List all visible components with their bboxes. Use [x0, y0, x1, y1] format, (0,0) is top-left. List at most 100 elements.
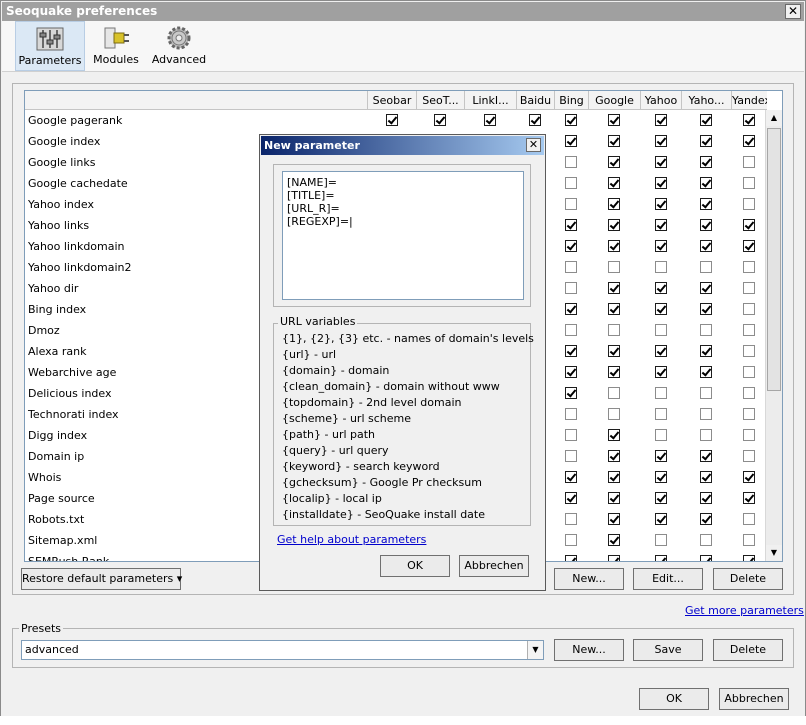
- restore-default-button[interactable]: Restore default parameters ▾: [21, 568, 182, 590]
- parameter-checkbox[interactable]: [743, 534, 755, 546]
- parameter-checkbox[interactable]: [608, 513, 620, 525]
- parameter-checkbox[interactable]: [700, 471, 712, 483]
- parameter-checkbox[interactable]: [608, 387, 620, 399]
- parameter-checkbox[interactable]: [700, 408, 712, 420]
- parameter-checkbox[interactable]: [700, 429, 712, 441]
- parameter-checkbox[interactable]: [385, 114, 398, 126]
- parameter-checkbox[interactable]: [700, 513, 712, 525]
- parameter-checkbox[interactable]: [608, 303, 620, 315]
- parameter-checkbox[interactable]: [654, 345, 667, 357]
- parameter-checkbox[interactable]: [608, 366, 620, 378]
- tab-parameters[interactable]: Parameters: [15, 21, 85, 71]
- new-parameter-button[interactable]: New...: [554, 568, 624, 590]
- dropdown-arrow-icon[interactable]: ▼: [527, 641, 543, 659]
- parameter-checkbox[interactable]: [700, 450, 712, 462]
- parameter-checkbox[interactable]: [608, 324, 620, 336]
- parameter-checkbox[interactable]: [654, 240, 667, 252]
- parameter-checkbox[interactable]: [654, 261, 667, 273]
- parameter-checkbox[interactable]: [743, 555, 755, 561]
- parameter-checkbox[interactable]: [654, 135, 667, 147]
- parameter-checkbox[interactable]: [565, 324, 577, 336]
- parameter-checkbox[interactable]: [654, 198, 667, 210]
- parameter-checkbox[interactable]: [700, 387, 712, 399]
- parameter-checkbox[interactable]: [654, 534, 667, 546]
- parameter-checkbox[interactable]: [743, 492, 755, 504]
- parameter-checkbox[interactable]: [565, 156, 577, 168]
- scroll-down-button[interactable]: ▼: [766, 545, 782, 561]
- parameter-checkbox[interactable]: [654, 156, 667, 168]
- parameter-checkbox[interactable]: [654, 219, 667, 231]
- parameter-checkbox[interactable]: [654, 450, 667, 462]
- parameter-checkbox[interactable]: [654, 282, 667, 294]
- parameter-checkbox[interactable]: [608, 408, 620, 420]
- parameter-checkbox[interactable]: [608, 555, 620, 561]
- column-header[interactable]: Seobar: [367, 91, 416, 110]
- parameter-checkbox[interactable]: [565, 471, 577, 483]
- edit-parameter-button[interactable]: Edit...: [633, 568, 703, 590]
- parameter-checkbox[interactable]: [565, 219, 577, 231]
- parameter-checkbox[interactable]: [565, 492, 577, 504]
- parameter-checkbox[interactable]: [743, 345, 755, 357]
- table-row[interactable]: Google pagerank: [25, 110, 767, 131]
- column-header[interactable]: Yaho...: [681, 91, 731, 110]
- column-header[interactable]: Google: [588, 91, 640, 110]
- parameter-checkbox[interactable]: [743, 471, 755, 483]
- parameter-checkbox[interactable]: [700, 114, 712, 126]
- parameter-checkbox[interactable]: [654, 555, 667, 561]
- parameter-checkbox[interactable]: [700, 534, 712, 546]
- parameter-checkbox[interactable]: [743, 135, 755, 147]
- parameter-checkbox[interactable]: [608, 156, 620, 168]
- parameter-checkbox[interactable]: [700, 135, 712, 147]
- parameter-checkbox[interactable]: [654, 513, 667, 525]
- parameter-checkbox[interactable]: [743, 240, 755, 252]
- parameter-checkbox[interactable]: [743, 198, 755, 210]
- column-header[interactable]: Yandex: [731, 91, 767, 110]
- tab-advanced[interactable]: Advanced: [150, 21, 208, 71]
- parameter-checkbox[interactable]: [608, 135, 620, 147]
- scroll-thumb[interactable]: [767, 128, 781, 391]
- parameter-checkbox[interactable]: [608, 345, 620, 357]
- column-header[interactable]: Baidu: [516, 91, 554, 110]
- parameter-checkbox[interactable]: [565, 534, 577, 546]
- parameter-checkbox[interactable]: [700, 366, 712, 378]
- parameter-checkbox[interactable]: [743, 282, 755, 294]
- parameter-checkbox[interactable]: [565, 261, 577, 273]
- parameter-checkbox[interactable]: [608, 240, 620, 252]
- parameter-checkbox[interactable]: [565, 177, 577, 189]
- parameter-checkbox[interactable]: [608, 450, 620, 462]
- parameter-checkbox[interactable]: [608, 534, 620, 546]
- parameter-checkbox[interactable]: [654, 303, 667, 315]
- parameter-checkbox[interactable]: [654, 408, 667, 420]
- parameter-checkbox[interactable]: [608, 471, 620, 483]
- column-header[interactable]: Yahoo: [640, 91, 681, 110]
- parameter-checkbox[interactable]: [529, 114, 541, 126]
- parameter-checkbox[interactable]: [700, 345, 712, 357]
- scroll-up-button[interactable]: ▲: [766, 110, 782, 126]
- parameter-checkbox[interactable]: [565, 450, 577, 462]
- column-header[interactable]: Bing: [554, 91, 588, 110]
- parameter-checkbox[interactable]: [743, 114, 755, 126]
- parameter-checkbox[interactable]: [654, 492, 667, 504]
- parameter-checkbox[interactable]: [743, 408, 755, 420]
- parameter-checkbox[interactable]: [743, 303, 755, 315]
- parameter-checkbox[interactable]: [700, 555, 712, 561]
- parameter-checkbox[interactable]: [743, 429, 755, 441]
- parameter-checkbox[interactable]: [654, 177, 667, 189]
- parameter-checkbox[interactable]: [565, 408, 577, 420]
- parameter-checkbox[interactable]: [608, 219, 620, 231]
- parameter-checkbox[interactable]: [608, 261, 620, 273]
- parameter-checkbox[interactable]: [608, 177, 620, 189]
- parameter-checkbox[interactable]: [743, 261, 755, 273]
- parameter-checkbox[interactable]: [608, 114, 620, 126]
- window-close-button[interactable]: ✕: [785, 4, 801, 19]
- parameter-checkbox[interactable]: [700, 303, 712, 315]
- parameter-checkbox[interactable]: [565, 282, 577, 294]
- save-preset-button[interactable]: Save: [633, 639, 703, 661]
- delete-preset-button[interactable]: Delete: [713, 639, 783, 661]
- parameter-checkbox[interactable]: [700, 156, 712, 168]
- parameter-checkbox[interactable]: [565, 135, 577, 147]
- column-header[interactable]: SeoT...: [416, 91, 464, 110]
- parameter-checkbox[interactable]: [608, 429, 620, 441]
- parameter-checkbox[interactable]: [700, 177, 712, 189]
- column-header[interactable]: LinkI...: [464, 91, 516, 110]
